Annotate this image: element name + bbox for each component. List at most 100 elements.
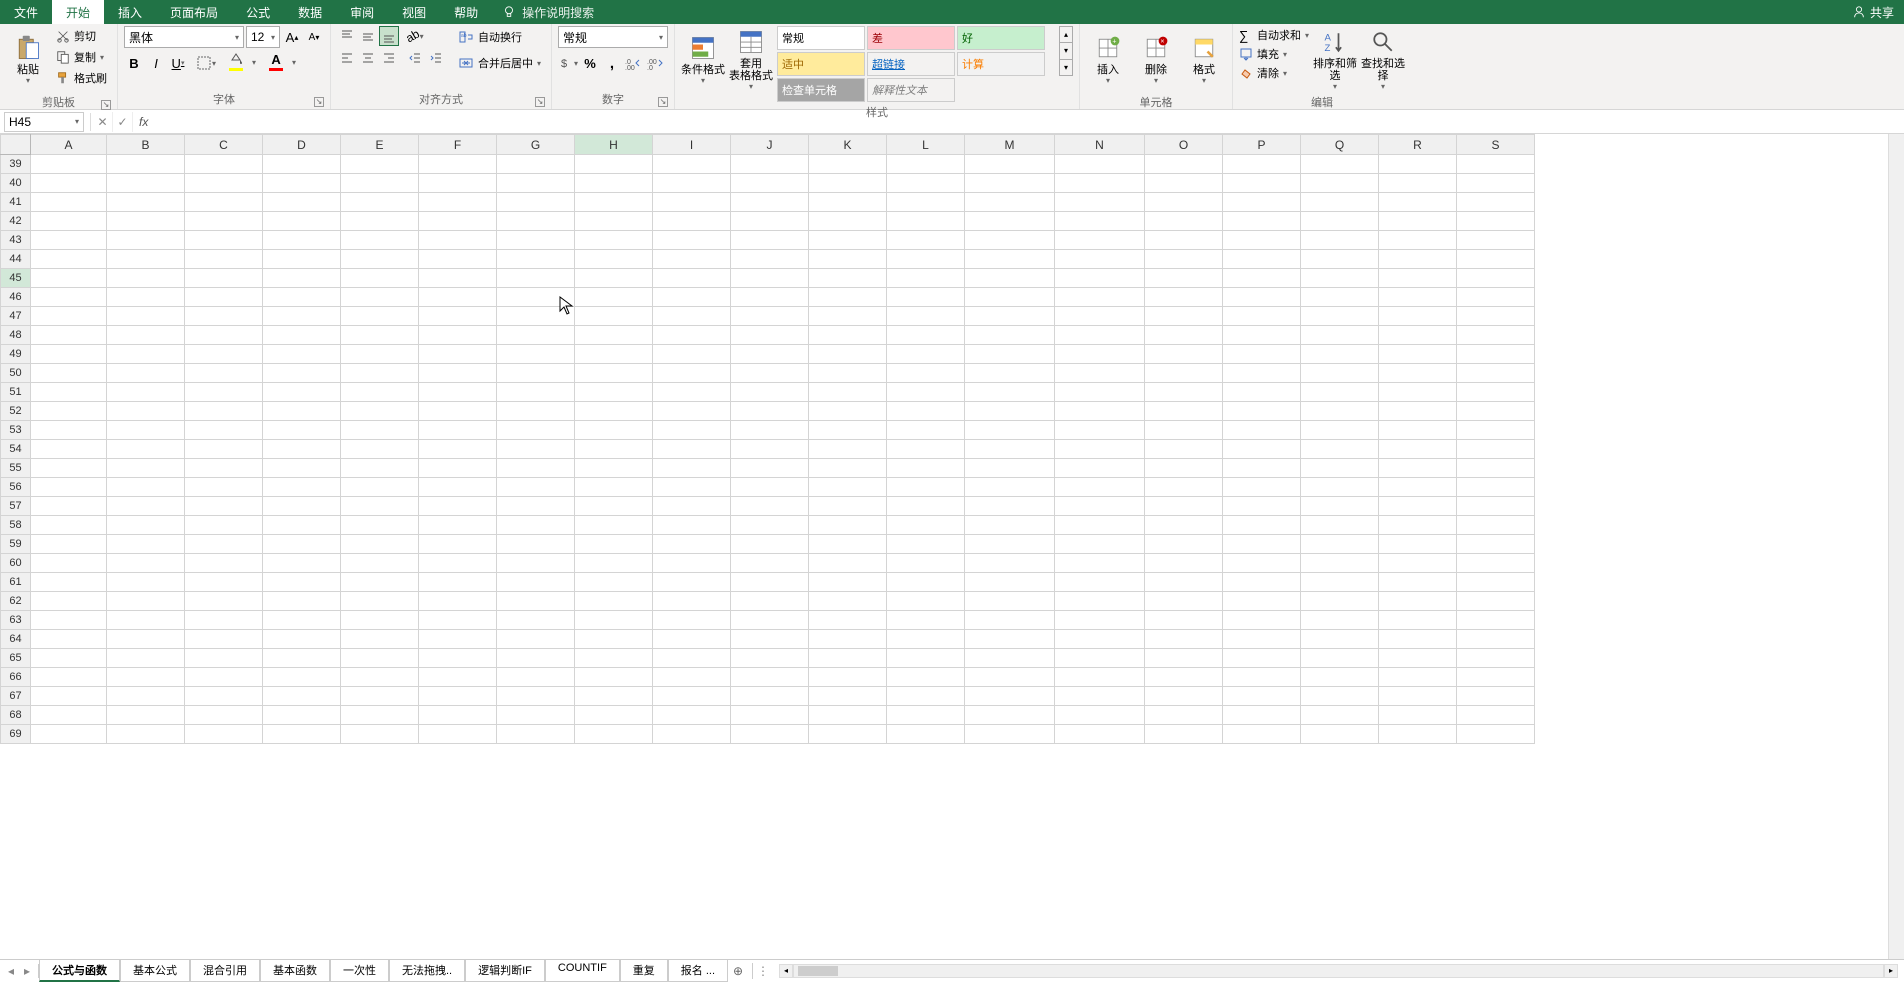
cell-L64[interactable] — [887, 630, 965, 649]
cell-C46[interactable] — [185, 288, 263, 307]
cell-K57[interactable] — [809, 497, 887, 516]
cell-H42[interactable] — [575, 212, 653, 231]
cell-C42[interactable] — [185, 212, 263, 231]
cell-K40[interactable] — [809, 174, 887, 193]
cell-A69[interactable] — [31, 725, 107, 744]
cell-R49[interactable] — [1379, 345, 1457, 364]
border-button[interactable]: ▾ — [196, 52, 216, 74]
cell-K48[interactable] — [809, 326, 887, 345]
cell-J48[interactable] — [731, 326, 809, 345]
style-explanatory[interactable]: 解释性文本 — [867, 78, 955, 102]
cell-L51[interactable] — [887, 383, 965, 402]
cell-D57[interactable] — [263, 497, 341, 516]
cell-G45[interactable] — [497, 269, 575, 288]
cell-I53[interactable] — [653, 421, 731, 440]
cell-A46[interactable] — [31, 288, 107, 307]
cell-B49[interactable] — [107, 345, 185, 364]
cell-D53[interactable] — [263, 421, 341, 440]
cell-F47[interactable] — [419, 307, 497, 326]
tab-nav-last[interactable]: ▸ — [20, 964, 34, 978]
italic-button[interactable]: I — [146, 52, 166, 74]
cell-E40[interactable] — [341, 174, 419, 193]
cell-A56[interactable] — [31, 478, 107, 497]
cell-M48[interactable] — [965, 326, 1055, 345]
cell-E50[interactable] — [341, 364, 419, 383]
cell-A40[interactable] — [31, 174, 107, 193]
cell-N49[interactable] — [1055, 345, 1145, 364]
cell-S46[interactable] — [1457, 288, 1535, 307]
cell-M60[interactable] — [965, 554, 1055, 573]
cell-N65[interactable] — [1055, 649, 1145, 668]
cell-A68[interactable] — [31, 706, 107, 725]
cell-S52[interactable] — [1457, 402, 1535, 421]
cell-F65[interactable] — [419, 649, 497, 668]
row-header-43[interactable]: 43 — [1, 231, 31, 250]
cell-K68[interactable] — [809, 706, 887, 725]
column-header-M[interactable]: M — [965, 135, 1055, 155]
cell-O49[interactable] — [1145, 345, 1223, 364]
cell-P55[interactable] — [1223, 459, 1301, 478]
cell-J39[interactable] — [731, 155, 809, 174]
cell-A50[interactable] — [31, 364, 107, 383]
cell-P43[interactable] — [1223, 231, 1301, 250]
tab-nav-first[interactable]: ◂ — [4, 964, 18, 978]
cell-H45[interactable] — [575, 269, 653, 288]
cell-S69[interactable] — [1457, 725, 1535, 744]
row-header-47[interactable]: 47 — [1, 307, 31, 326]
cell-D41[interactable] — [263, 193, 341, 212]
cell-E45[interactable] — [341, 269, 419, 288]
cell-Q46[interactable] — [1301, 288, 1379, 307]
cell-S42[interactable] — [1457, 212, 1535, 231]
cell-O64[interactable] — [1145, 630, 1223, 649]
cell-C68[interactable] — [185, 706, 263, 725]
cell-H50[interactable] — [575, 364, 653, 383]
cell-I64[interactable] — [653, 630, 731, 649]
cell-N51[interactable] — [1055, 383, 1145, 402]
cell-P48[interactable] — [1223, 326, 1301, 345]
cell-E63[interactable] — [341, 611, 419, 630]
cell-M56[interactable] — [965, 478, 1055, 497]
cell-J53[interactable] — [731, 421, 809, 440]
cell-M62[interactable] — [965, 592, 1055, 611]
cell-D46[interactable] — [263, 288, 341, 307]
cell-R56[interactable] — [1379, 478, 1457, 497]
align-top-button[interactable] — [337, 26, 357, 46]
cell-C66[interactable] — [185, 668, 263, 687]
bold-button[interactable]: B — [124, 52, 144, 74]
cell-H62[interactable] — [575, 592, 653, 611]
cell-M54[interactable] — [965, 440, 1055, 459]
cell-P56[interactable] — [1223, 478, 1301, 497]
cell-G59[interactable] — [497, 535, 575, 554]
cell-K43[interactable] — [809, 231, 887, 250]
row-header-60[interactable]: 60 — [1, 554, 31, 573]
cell-S68[interactable] — [1457, 706, 1535, 725]
cell-L67[interactable] — [887, 687, 965, 706]
cell-G66[interactable] — [497, 668, 575, 687]
add-sheet-button[interactable]: ⊕ — [728, 964, 748, 978]
cell-L56[interactable] — [887, 478, 965, 497]
cell-R42[interactable] — [1379, 212, 1457, 231]
cell-P40[interactable] — [1223, 174, 1301, 193]
row-header-44[interactable]: 44 — [1, 250, 31, 269]
cell-G53[interactable] — [497, 421, 575, 440]
cell-E67[interactable] — [341, 687, 419, 706]
cell-style-gallery[interactable]: 常规 差 好 适中 超链接 计算 检查单元格 解释性文本 — [777, 26, 1059, 102]
cell-J43[interactable] — [731, 231, 809, 250]
cell-L63[interactable] — [887, 611, 965, 630]
cell-M41[interactable] — [965, 193, 1055, 212]
row-header-41[interactable]: 41 — [1, 193, 31, 212]
cell-P60[interactable] — [1223, 554, 1301, 573]
cell-I60[interactable] — [653, 554, 731, 573]
cut-button[interactable]: 剪切 — [52, 26, 111, 46]
cell-D61[interactable] — [263, 573, 341, 592]
cell-I57[interactable] — [653, 497, 731, 516]
cell-R68[interactable] — [1379, 706, 1457, 725]
cell-E57[interactable] — [341, 497, 419, 516]
cell-J63[interactable] — [731, 611, 809, 630]
cell-C61[interactable] — [185, 573, 263, 592]
cell-K64[interactable] — [809, 630, 887, 649]
cell-D55[interactable] — [263, 459, 341, 478]
cell-K45[interactable] — [809, 269, 887, 288]
cell-B44[interactable] — [107, 250, 185, 269]
cell-M39[interactable] — [965, 155, 1055, 174]
